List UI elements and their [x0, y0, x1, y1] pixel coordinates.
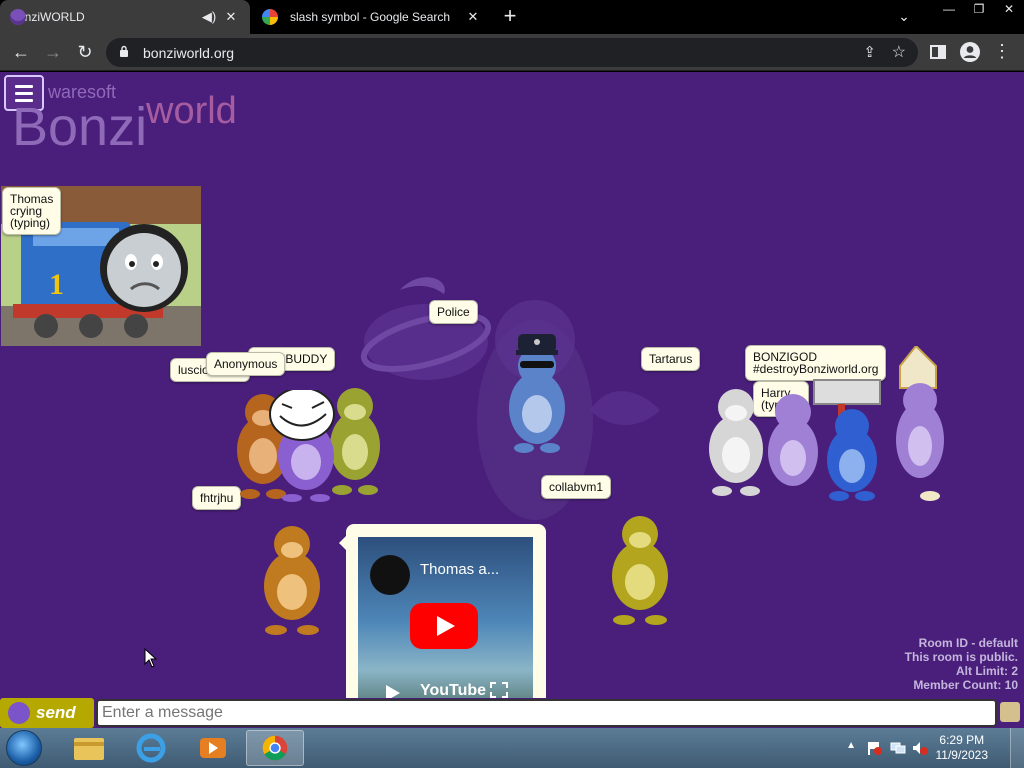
tab-search-chevron-icon[interactable]: ⌄: [894, 8, 914, 28]
network-icon[interactable]: [890, 741, 906, 755]
file-explorer-icon[interactable]: [60, 730, 118, 766]
speaker-icon[interactable]: ◀): [200, 9, 218, 25]
volume-muted-icon[interactable]: [912, 741, 928, 755]
google-favicon-icon: [262, 9, 278, 25]
send-button[interactable]: send: [0, 698, 94, 728]
kebab-menu-icon[interactable]: ⋮: [990, 40, 1014, 64]
show-desktop-button[interactable]: [1010, 728, 1024, 768]
tray-expand-icon[interactable]: ▲: [846, 740, 856, 751]
window-controls: — ❐ ✕: [934, 0, 1024, 20]
member-count: Member Count: 10: [913, 678, 1018, 692]
tab-google-search[interactable]: slash symbol - Google Search ✕: [252, 0, 492, 34]
speech-bubble-collabvm1: collabvm1: [541, 475, 612, 499]
restore-button[interactable]: ❐: [964, 0, 994, 20]
speech-bubble-anonymous: Anonymous: [206, 352, 286, 376]
room-status: This room is public.: [904, 650, 1018, 664]
start-button[interactable]: [6, 730, 42, 766]
bonzi-head-icon: [8, 702, 30, 724]
browser-toolbar: ← → ↻ bonziworld.org ⇪ ☆ ⋮: [0, 34, 1024, 71]
bubble-status: (typing): [10, 216, 51, 230]
chat-bar: send: [0, 698, 1024, 728]
bonzi-avatar-yellow[interactable]: [600, 512, 680, 626]
lock-icon: [120, 45, 128, 57]
side-panel-icon[interactable]: [926, 40, 950, 64]
address-bar[interactable]: bonziworld.org ⇪ ☆: [106, 38, 918, 67]
close-tab-icon[interactable]: ✕: [464, 9, 482, 25]
video-title: Thomas a...: [420, 561, 500, 578]
send-label: send: [36, 703, 76, 722]
taskbar-clock[interactable]: 6:29 PM 11/9/2023: [936, 733, 989, 763]
tab-strip: BonziWORLD ◀) ✕ slash symbol - Google Se…: [0, 0, 1024, 34]
tab-title: BonziWORLD: [10, 10, 85, 24]
back-button[interactable]: ←: [8, 40, 34, 66]
room-info-panel: Room ID - default This room is public. A…: [905, 636, 1018, 692]
logo-world-text: world: [146, 90, 237, 132]
bonzi-avatar-blue-sign[interactable]: [808, 374, 888, 502]
room-id: Room ID - default: [918, 636, 1018, 650]
speech-bubble-police: Police: [429, 300, 478, 324]
bonzi-avatar-purple-troll[interactable]: [266, 390, 346, 502]
windows-taskbar: ▲ 6:29 PM 11/9/2023: [0, 728, 1024, 768]
logo-bonzi-text: Bonzi: [12, 97, 148, 157]
tab-bonziworld[interactable]: BonziWORLD ◀) ✕: [0, 0, 250, 34]
profile-avatar-icon[interactable]: [958, 40, 982, 64]
clock-date: 11/9/2023: [935, 748, 989, 762]
action-center-flag-icon[interactable]: [866, 741, 882, 755]
play-button-icon[interactable]: [410, 603, 478, 649]
mouse-cursor-icon: [144, 648, 158, 668]
chrome-taskbar-icon[interactable]: [246, 730, 304, 766]
bonziworld-room: waresoft Bonzi world 1 Thomas crying (ty…: [0, 72, 1024, 728]
tab-title: slash symbol - Google Search: [290, 10, 451, 24]
internet-explorer-icon[interactable]: [122, 730, 180, 766]
bonzi-avatar-orange[interactable]: [252, 522, 332, 636]
forward-button[interactable]: →: [40, 40, 66, 66]
bonzi-avatar-police[interactable]: [498, 330, 576, 454]
new-tab-button[interactable]: +: [498, 5, 522, 29]
svg-text:1: 1: [49, 268, 64, 301]
close-window-button[interactable]: ✕: [994, 0, 1024, 20]
menu-bar: [15, 85, 33, 88]
menu-bar: [15, 92, 33, 95]
bonzi-avatar-pope[interactable]: [890, 346, 944, 502]
share-icon[interactable]: ⇪: [863, 43, 876, 61]
channel-avatar: [370, 555, 410, 595]
close-tab-icon[interactable]: ✕: [222, 9, 240, 25]
clock-time: 6:29 PM: [939, 733, 985, 747]
minimize-button[interactable]: —: [934, 0, 964, 20]
bookmark-star-icon[interactable]: ☆: [892, 42, 906, 62]
speech-bubble-thomas: Thomas crying (typing): [2, 187, 62, 235]
alt-limit: Alt Limit: 2: [956, 664, 1018, 678]
url-text: bonziworld.org: [143, 45, 235, 61]
chat-message-input[interactable]: [96, 699, 997, 727]
fullscreen-icon[interactable]: [490, 682, 508, 698]
reload-button[interactable]: ↻: [72, 40, 98, 66]
speech-bubble-tartarus: Tartarus: [641, 347, 701, 371]
attachment-icon[interactable]: [1000, 702, 1020, 722]
media-player-icon[interactable]: [184, 730, 242, 766]
bonzi-favicon-icon: [10, 9, 26, 25]
